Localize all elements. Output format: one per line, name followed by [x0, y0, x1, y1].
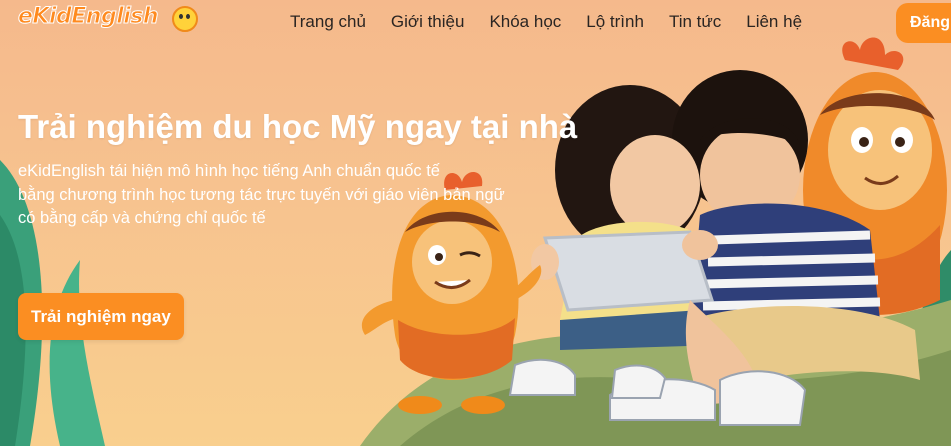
register-button[interactable]: Đăng [896, 3, 951, 43]
nav-item-news[interactable]: Tin tức [669, 12, 721, 32]
hero-description: eKidEnglish tái hiện mô hình học tiếng A… [18, 160, 558, 231]
logo-smiley-icon [172, 6, 198, 32]
hero-description-line: eKidEnglish tái hiện mô hình học tiếng A… [18, 162, 440, 180]
hero-description-line: bằng chương trình học tương tác trực tuy… [18, 185, 505, 204]
site-logo[interactable]: eKidEnglish [17, 4, 159, 30]
nav-item-courses[interactable]: Khóa học [489, 12, 561, 32]
hero-headline: Trải nghiệm du học Mỹ ngay tại nhà [18, 108, 578, 145]
hero-description-line: có bằng cấp và chứng chỉ quốc tế [18, 209, 266, 227]
nav-item-home[interactable]: Trang chủ [290, 12, 366, 32]
nav-item-about[interactable]: Giới thiệu [391, 12, 465, 32]
try-now-button[interactable]: Trải nghiệm ngay [18, 293, 184, 340]
site-header: eKidEnglish Trang chủ Giới thiệu Khóa họ… [0, 0, 951, 46]
nav-item-contact[interactable]: Liên hệ [746, 12, 802, 32]
nav-item-roadmap[interactable]: Lộ trình [586, 12, 644, 32]
main-navigation: Trang chủ Giới thiệu Khóa học Lộ trình T… [290, 12, 827, 32]
hero-banner: eKidEnglish Trang chủ Giới thiệu Khóa họ… [0, 0, 951, 446]
